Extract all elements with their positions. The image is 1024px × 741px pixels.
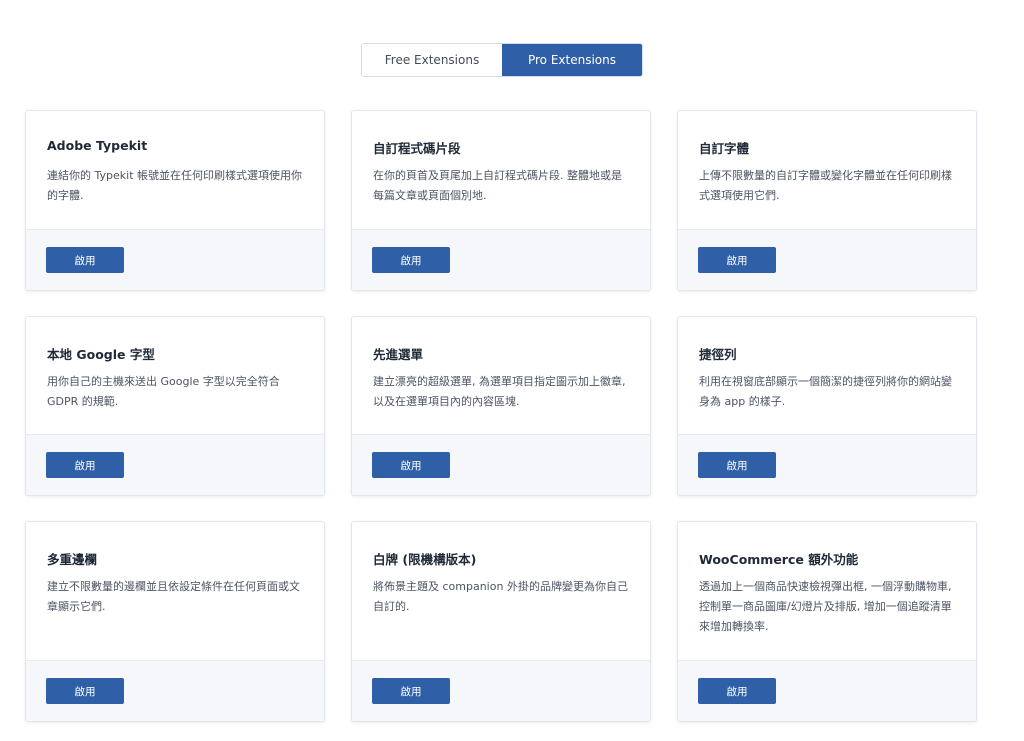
card-description: 連結你的 Typekit 帳號並在任何印刷樣式選項使用你的字體. — [47, 169, 302, 202]
card-footer: 啟用 — [26, 434, 324, 495]
extension-card-custom-code: 自訂程式碼片段 在你的頁首及頁尾加上自訂程式碼片段. 整體地或是每篇文章或頁面個… — [351, 110, 651, 291]
card-description: 建立漂亮的超級選單, 為選單項目指定圖示加上徽章, 以及在選單項目內的內容區塊. — [373, 375, 626, 408]
card-title: 自訂字體 — [699, 141, 750, 156]
card-description: 上傳不限數量的自訂字體或變化字體並在任何印刷樣式選項使用它們. — [699, 169, 952, 202]
activate-button[interactable]: 啟用 — [46, 678, 124, 704]
card-title: 捷徑列 — [699, 347, 737, 362]
card-title: 先進選單 — [373, 347, 424, 362]
activate-button[interactable]: 啟用 — [372, 452, 450, 478]
card-footer: 啟用 — [352, 434, 650, 495]
card-title: 本地 Google 字型 — [47, 347, 155, 362]
card-footer: 啟用 — [26, 229, 324, 290]
extension-card-multiple-sidebars: 多重邊欄 建立不限數量的邊欄並且依設定條件在任何頁面或文章顯示它們. 啟用 — [25, 521, 325, 722]
extension-tabs: Free Extensions Pro Extensions — [361, 43, 643, 77]
extension-card-white-label: 白牌 (限機構版本) 將佈景主題及 companion 外掛的品牌變更為你自己自… — [351, 521, 651, 722]
activate-button[interactable]: 啟用 — [46, 247, 124, 273]
card-footer: 啟用 — [352, 660, 650, 721]
card-description: 將佈景主題及 companion 外掛的品牌變更為你自己自訂的. — [373, 580, 628, 613]
tab-pro-extensions[interactable]: Pro Extensions — [502, 44, 642, 76]
card-description: 用你自己的主機來送出 Google 字型以完全符合 GDPR 的規範. — [47, 375, 280, 408]
extension-card-shortcut-bar: 捷徑列 利用在視窗底部顯示一個簡潔的捷徑列將你的網站變身為 app 的樣子. 啟… — [677, 316, 977, 496]
card-footer: 啟用 — [678, 434, 976, 495]
card-title: 多重邊欄 — [47, 552, 98, 567]
extension-card-adobe-typekit: Adobe Typekit 連結你的 Typekit 帳號並在任何印刷樣式選項使… — [25, 110, 325, 291]
activate-button[interactable]: 啟用 — [698, 678, 776, 704]
card-title: Adobe Typekit — [47, 138, 148, 153]
extension-card-custom-fonts: 自訂字體 上傳不限數量的自訂字體或變化字體並在任何印刷樣式選項使用它們. 啟用 — [677, 110, 977, 291]
extension-card-woocommerce-extras: WooCommerce 額外功能 透過加上一個商品快速檢視彈出框, 一個浮動購物… — [677, 521, 977, 722]
activate-button[interactable]: 啟用 — [698, 452, 776, 478]
card-footer: 啟用 — [678, 660, 976, 721]
card-footer: 啟用 — [26, 660, 324, 721]
card-description: 利用在視窗底部顯示一個簡潔的捷徑列將你的網站變身為 app 的樣子. — [699, 375, 952, 408]
card-title: 白牌 (限機構版本) — [373, 552, 477, 567]
card-footer: 啟用 — [678, 229, 976, 290]
card-description: 建立不限數量的邊欄並且依設定條件在任何頁面或文章顯示它們. — [47, 580, 300, 613]
card-footer: 啟用 — [352, 229, 650, 290]
card-title: 自訂程式碼片段 — [373, 141, 461, 156]
card-title: WooCommerce 額外功能 — [699, 552, 859, 567]
activate-button[interactable]: 啟用 — [372, 247, 450, 273]
activate-button[interactable]: 啟用 — [698, 247, 776, 273]
card-description: 在你的頁首及頁尾加上自訂程式碼片段. 整體地或是每篇文章或頁面個別地. — [373, 169, 622, 202]
card-description: 透過加上一個商品快速檢視彈出框, 一個浮動購物車, 控制單一商品圖庫/幻燈片及排… — [699, 580, 952, 633]
tab-free-extensions[interactable]: Free Extensions — [362, 44, 502, 76]
activate-button[interactable]: 啟用 — [46, 452, 124, 478]
activate-button[interactable]: 啟用 — [372, 678, 450, 704]
extension-card-advanced-menu: 先進選單 建立漂亮的超級選單, 為選單項目指定圖示加上徽章, 以及在選單項目內的… — [351, 316, 651, 496]
extension-card-local-google-fonts: 本地 Google 字型 用你自己的主機來送出 Google 字型以完全符合 G… — [25, 316, 325, 496]
